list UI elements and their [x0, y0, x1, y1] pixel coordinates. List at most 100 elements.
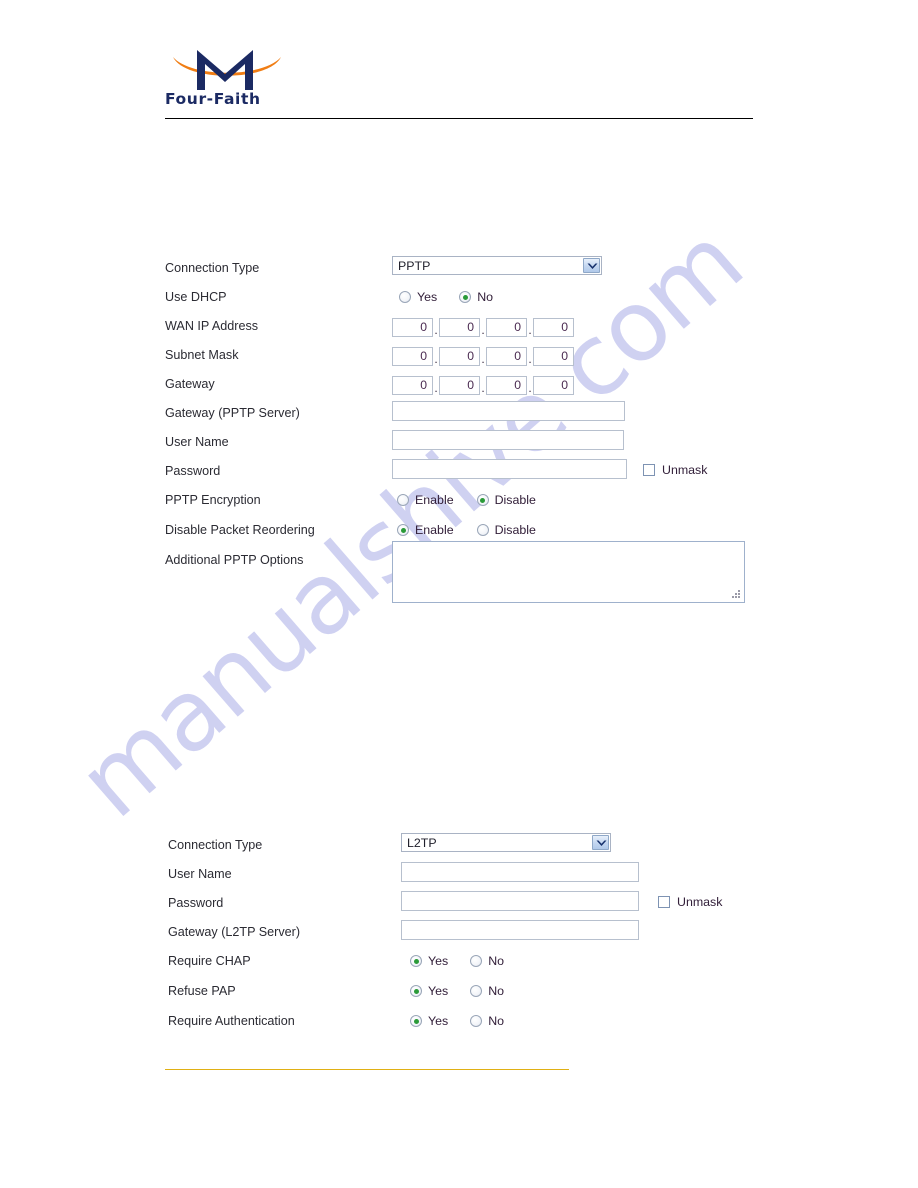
- unmask-checkbox[interactable]: [658, 896, 670, 908]
- password-unmask-row[interactable]: Unmask: [643, 463, 707, 477]
- label-l2tp-password: Password: [168, 896, 224, 910]
- row-gateway-l2tp-server: Gateway (L2TP Server): [168, 920, 768, 951]
- connection-type-select-pptp[interactable]: PPTP: [392, 256, 602, 275]
- radio-circle-selected-icon: [397, 524, 409, 536]
- manual-page: Four-Faith Connection Type PPTP Use DHCP: [0, 0, 918, 1188]
- radio-use-dhcp-yes[interactable]: Yes: [399, 290, 437, 304]
- radio-label: No: [477, 290, 494, 304]
- subnet-mask-octet-4[interactable]: 0: [533, 347, 574, 366]
- page-header: Four-Faith: [165, 48, 753, 120]
- l2tp-password-input[interactable]: [401, 891, 639, 911]
- unmask-checkbox[interactable]: [643, 464, 655, 476]
- wan-ip-octet-2[interactable]: 0: [439, 318, 480, 337]
- label-disable-packet-reordering: Disable Packet Reordering: [165, 523, 315, 537]
- radio-refuse-pap-no[interactable]: No: [470, 984, 504, 998]
- header-divider: [165, 118, 753, 119]
- radio-disable-packet-reordering-enable[interactable]: Enable: [397, 523, 454, 537]
- row-require-chap: Require CHAP Yes No: [168, 951, 768, 981]
- pptp-encryption-radio-group: Enable Disable: [397, 493, 536, 507]
- radio-pptp-encryption-disable[interactable]: Disable: [476, 493, 536, 507]
- gateway-octet-group: 0 . 0 . 0 . 0: [392, 373, 574, 398]
- radio-circle-icon: [397, 494, 409, 506]
- l2tp-settings-form: Connection Type L2TP User Name Password: [168, 833, 768, 1041]
- disable-packet-reordering-radio-group: Enable Disable: [397, 523, 536, 537]
- row-subnet-mask: Subnet Mask 0 . 0 . 0 . 0: [165, 345, 765, 374]
- resize-handle-icon[interactable]: [732, 590, 741, 599]
- gateway-octet-2[interactable]: 0: [439, 376, 480, 395]
- password-input[interactable]: [392, 459, 627, 479]
- radio-require-authentication-yes[interactable]: Yes: [410, 1014, 448, 1028]
- radio-label: No: [488, 954, 505, 968]
- radio-circle-icon: [399, 291, 411, 303]
- label-additional-pptp-options: Additional PPTP Options: [165, 553, 304, 567]
- brand-wordmark: Four-Faith: [165, 90, 261, 108]
- radio-require-chap-yes[interactable]: Yes: [410, 954, 448, 968]
- use-dhcp-radio-group: Yes No: [399, 290, 493, 304]
- row-refuse-pap: Refuse PAP Yes No: [168, 981, 768, 1011]
- radio-label: Yes: [417, 290, 438, 304]
- wan-ip-octet-1[interactable]: 0: [392, 318, 433, 337]
- label-refuse-pap: Refuse PAP: [168, 984, 236, 998]
- radio-circle-selected-icon: [410, 955, 422, 967]
- radio-circle-icon: [476, 524, 489, 536]
- radio-circle-selected-icon: [410, 985, 422, 997]
- chevron-down-icon[interactable]: [583, 258, 600, 273]
- label-require-authentication: Require Authentication: [168, 1014, 295, 1028]
- user-name-input[interactable]: [392, 430, 624, 450]
- row-additional-pptp-options: Additional PPTP Options: [165, 541, 765, 620]
- label-connection-type: Connection Type: [165, 261, 260, 275]
- subnet-mask-octet-2[interactable]: 0: [439, 347, 480, 366]
- label-use-dhcp: Use DHCP: [165, 290, 227, 304]
- row-use-dhcp: Use DHCP Yes No: [165, 287, 765, 316]
- subnet-mask-octet-3[interactable]: 0: [486, 347, 527, 366]
- l2tp-password-unmask-row[interactable]: Unmask: [658, 895, 722, 909]
- radio-disable-packet-reordering-disable[interactable]: Disable: [476, 523, 536, 537]
- radio-require-authentication-no[interactable]: No: [470, 1014, 504, 1028]
- row-l2tp-connection-type: Connection Type L2TP: [168, 833, 768, 864]
- footer-divider: [165, 1069, 569, 1070]
- row-pptp-encryption: PPTP Encryption Enable Disable: [165, 490, 765, 520]
- row-l2tp-user-name: User Name: [168, 862, 768, 893]
- pptp-settings-form: Connection Type PPTP Use DHCP Yes No WAN…: [165, 256, 765, 620]
- l2tp-connection-type-value: L2TP: [407, 836, 437, 850]
- l2tp-user-name-input[interactable]: [401, 862, 639, 882]
- radio-circle-selected-icon: [476, 494, 489, 506]
- wan-ip-octet-3[interactable]: 0: [486, 318, 527, 337]
- subnet-mask-octet-1[interactable]: 0: [392, 347, 433, 366]
- unmask-label: Unmask: [677, 895, 723, 909]
- radio-circle-selected-icon: [459, 291, 472, 303]
- wan-ip-octet-4[interactable]: 0: [533, 318, 574, 337]
- radio-label: Yes: [428, 984, 449, 998]
- label-l2tp-user-name: User Name: [168, 867, 232, 881]
- radio-require-chap-no[interactable]: No: [470, 954, 504, 968]
- chevron-down-icon[interactable]: [592, 835, 609, 850]
- additional-pptp-options-textarea[interactable]: [392, 541, 745, 603]
- label-user-name: User Name: [165, 435, 229, 449]
- row-wan-ip-address: WAN IP Address 0 . 0 . 0 . 0: [165, 316, 765, 345]
- gateway-pptp-server-input[interactable]: [392, 401, 625, 421]
- row-gateway: Gateway 0 . 0 . 0 . 0: [165, 374, 765, 403]
- radio-label: No: [488, 1014, 505, 1028]
- radio-use-dhcp-no[interactable]: No: [459, 290, 493, 304]
- label-gateway-l2tp-server: Gateway (L2TP Server): [168, 925, 301, 939]
- label-subnet-mask: Subnet Mask: [165, 348, 239, 362]
- connection-type-select-l2tp[interactable]: L2TP: [401, 833, 611, 852]
- radio-refuse-pap-yes[interactable]: Yes: [410, 984, 448, 998]
- row-require-authentication: Require Authentication Yes No: [168, 1011, 768, 1041]
- gateway-octet-4[interactable]: 0: [533, 376, 574, 395]
- gateway-octet-1[interactable]: 0: [392, 376, 433, 395]
- radio-label: Yes: [428, 954, 449, 968]
- label-gateway: Gateway: [165, 377, 215, 391]
- radio-label: Disable: [494, 493, 536, 507]
- four-faith-m-logo-icon: [173, 50, 281, 90]
- radio-pptp-encryption-enable[interactable]: Enable: [397, 493, 454, 507]
- radio-label: No: [488, 984, 505, 998]
- wan-ip-octet-group: 0 . 0 . 0 . 0: [392, 315, 574, 340]
- require-chap-radio-group: Yes No: [410, 954, 504, 968]
- row-gateway-pptp-server: Gateway (PPTP Server): [165, 401, 765, 432]
- gateway-octet-3[interactable]: 0: [486, 376, 527, 395]
- subnet-mask-octet-group: 0 . 0 . 0 . 0: [392, 344, 574, 369]
- require-authentication-radio-group: Yes No: [410, 1014, 504, 1028]
- radio-circle-selected-icon: [410, 1015, 422, 1027]
- gateway-l2tp-server-input[interactable]: [401, 920, 639, 940]
